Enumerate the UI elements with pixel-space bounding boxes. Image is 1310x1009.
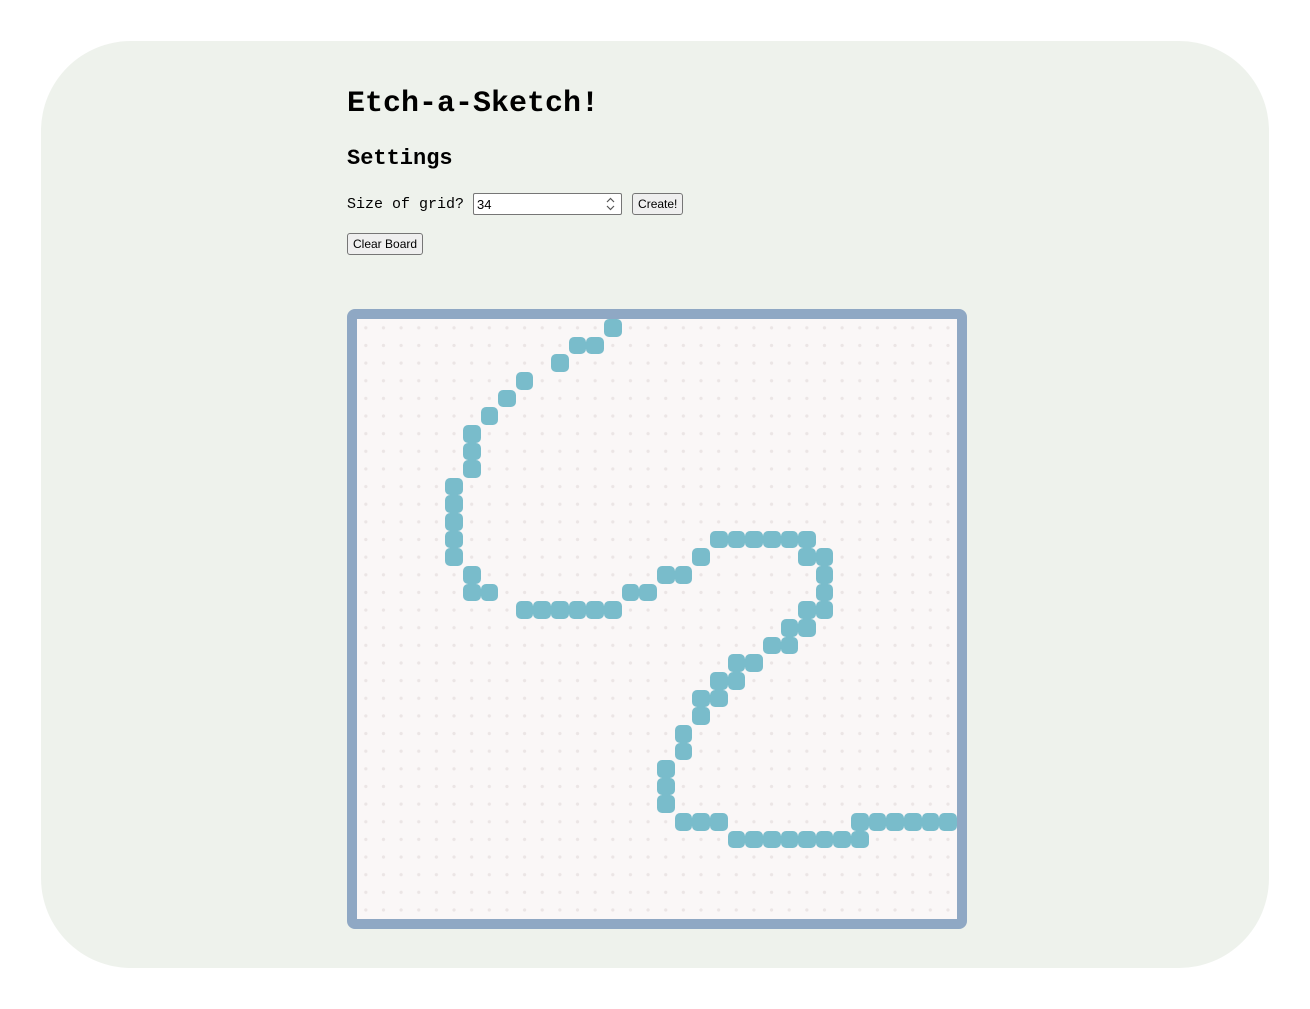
grid-size-row: Size of grid? 34 Create! <box>347 193 684 215</box>
grid-cell-painted[interactable] <box>692 689 710 708</box>
sketch-grid[interactable] <box>357 319 957 919</box>
grid-cell-painted[interactable] <box>815 566 834 584</box>
grid-cell-painted[interactable] <box>674 742 693 761</box>
grid-cell-painted[interactable] <box>780 530 799 549</box>
grid-cell-painted[interactable] <box>833 830 852 849</box>
grid-cell-painted[interactable] <box>551 354 569 372</box>
grid-cell-painted[interactable] <box>657 795 675 814</box>
grid-cell-painted[interactable] <box>780 830 799 849</box>
grid-cell-painted[interactable] <box>657 777 675 796</box>
grid-cell-painted[interactable] <box>692 707 710 725</box>
grid-cell-painted[interactable] <box>692 813 710 831</box>
grid-cell-painted[interactable] <box>939 813 957 831</box>
grid-cell-painted[interactable] <box>745 830 763 849</box>
grid-cell-painted[interactable] <box>462 583 481 602</box>
grid-cell-painted[interactable] <box>780 636 799 655</box>
grid-cell-painted[interactable] <box>709 530 728 549</box>
grid-size-input[interactable]: 34 <box>473 193 623 215</box>
sketch-board[interactable] <box>347 309 967 929</box>
spinner-buttons[interactable] <box>602 194 618 214</box>
grid-cell-painted[interactable] <box>462 566 481 584</box>
chevron-down-icon[interactable] <box>606 205 615 211</box>
grid-cell-painted[interactable] <box>762 530 781 549</box>
grid-cell-painted[interactable] <box>762 830 781 849</box>
grid-cell-painted[interactable] <box>462 424 481 443</box>
grid-cell-painted[interactable] <box>798 548 816 567</box>
create-button[interactable]: Create! <box>632 193 684 215</box>
grid-cell-painted[interactable] <box>798 830 816 849</box>
grid-cell-painted[interactable] <box>745 654 763 672</box>
grid-cell-painted[interactable] <box>674 724 693 743</box>
grid-cell-painted[interactable] <box>639 583 657 602</box>
chevron-up-icon[interactable] <box>606 197 615 203</box>
grid-cell-painted[interactable] <box>727 830 746 849</box>
grid-cell-painted[interactable] <box>886 813 905 831</box>
grid-cell-painted[interactable] <box>515 601 534 619</box>
grid-cell-painted[interactable] <box>815 548 834 567</box>
grid-cell-painted[interactable] <box>568 336 587 355</box>
grid-cell-painted[interactable] <box>780 619 799 637</box>
grid-cell-painted[interactable] <box>709 813 728 831</box>
grid-cell-painted[interactable] <box>462 460 481 478</box>
grid-cell-painted[interactable] <box>515 371 534 390</box>
grid-cell-painted[interactable] <box>533 601 552 619</box>
grid-cell-painted[interactable] <box>762 636 781 655</box>
grid-cell-painted[interactable] <box>921 813 940 831</box>
grid-cell-painted[interactable] <box>692 548 710 567</box>
grid-cell-painted[interactable] <box>445 495 463 514</box>
grid-cell-painted[interactable] <box>851 813 869 831</box>
settings-heading: Settings <box>347 146 453 171</box>
grid-cell-painted[interactable] <box>480 407 499 425</box>
grid-cell-painted[interactable] <box>851 830 869 849</box>
grid-cell-painted[interactable] <box>709 689 728 708</box>
grid-cell-painted[interactable] <box>709 671 728 690</box>
grid-cell-painted[interactable] <box>586 336 605 355</box>
grid-cell-painted[interactable] <box>674 813 693 831</box>
grid-cell-painted[interactable] <box>462 442 481 461</box>
grid-size-label: Size of grid? <box>347 195 465 213</box>
grid-cell-painted[interactable] <box>868 813 887 831</box>
grid-cell-painted[interactable] <box>551 601 569 619</box>
grid-cell-painted[interactable] <box>798 619 816 637</box>
grid-cell-painted[interactable] <box>727 530 746 549</box>
grid-cell-painted[interactable] <box>657 760 675 778</box>
grid-cell-painted[interactable] <box>727 671 746 690</box>
grid-cell-painted[interactable] <box>745 530 763 549</box>
grid-cell-painted[interactable] <box>604 319 622 337</box>
grid-cell-painted[interactable] <box>657 566 675 584</box>
grid-cell-painted[interactable] <box>674 566 693 584</box>
grid-cell-painted[interactable] <box>586 601 605 619</box>
grid-cell-painted[interactable] <box>445 477 463 496</box>
grid-cell-painted[interactable] <box>798 530 816 549</box>
grid-cell-painted[interactable] <box>604 601 622 619</box>
grid-cell-painted[interactable] <box>727 654 746 672</box>
grid-cell-painted[interactable] <box>815 583 834 602</box>
grid-cell-painted[interactable] <box>568 601 587 619</box>
grid-cell-painted[interactable] <box>815 601 834 619</box>
page-title: Etch-a-Sketch! <box>347 87 600 121</box>
grid-cell-painted[interactable] <box>480 583 499 602</box>
grid-cell-painted[interactable] <box>498 389 516 408</box>
grid-cell-painted[interactable] <box>445 530 463 549</box>
grid-cell-painted[interactable] <box>621 583 640 602</box>
grid-size-value: 34 <box>477 196 492 212</box>
grid-cell-painted[interactable] <box>798 601 816 619</box>
grid-cell-painted[interactable] <box>445 513 463 531</box>
grid-cell-painted[interactable] <box>815 830 834 849</box>
clear-board-button[interactable]: Clear Board <box>347 233 424 255</box>
grid-cell-painted[interactable] <box>904 813 922 831</box>
grid-cell-painted[interactable] <box>445 548 463 567</box>
